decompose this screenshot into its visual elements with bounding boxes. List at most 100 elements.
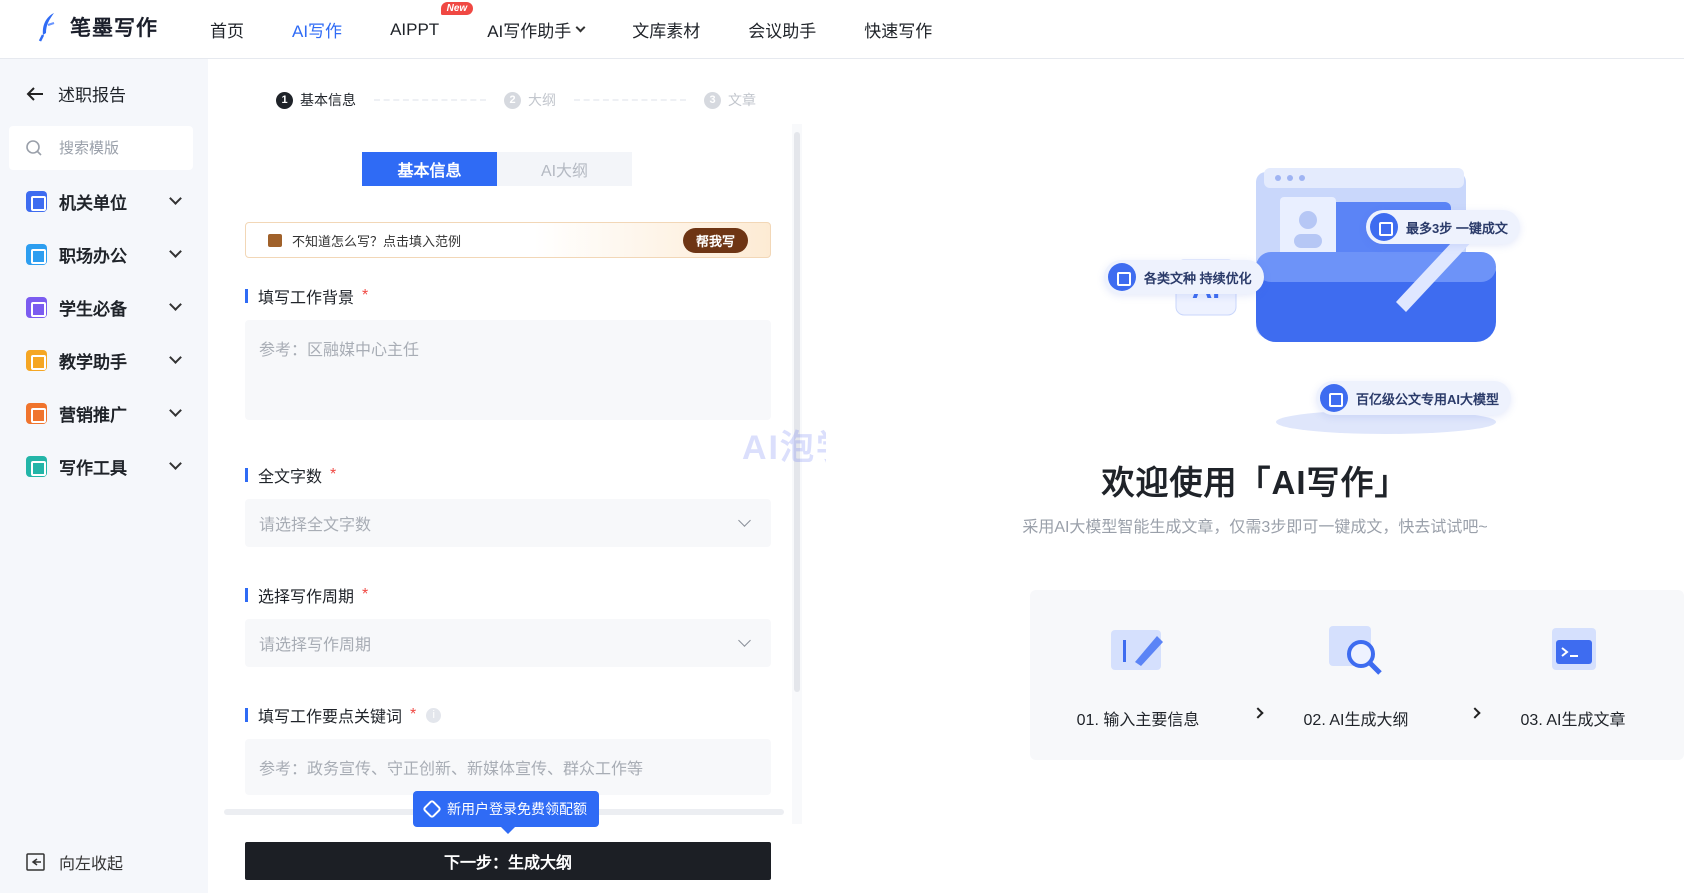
step-basic-info: 1 基本信息 (276, 90, 356, 110)
sidebar-item-teaching[interactable]: 教学助手 (26, 347, 186, 373)
chip-text: 百亿级公文专用AI大模型 (1356, 391, 1500, 407)
top-navbar: 笔墨写作 首页 AI写作 AIPPT New AI写作助手 文库素材 会议助手 快… (0, 0, 1684, 59)
help-me-write-button[interactable]: 帮我写 (682, 228, 748, 253)
hero-illustration: AI 最多3步 一键成文 各类文种 持续优化 百亿级公文专用AI大模型 (1104, 132, 1596, 462)
nav-quick-writing-label: 快速写作 (864, 22, 933, 41)
chevron-down-icon (169, 244, 182, 258)
label-text: 填写工作要点关键词 (258, 709, 403, 726)
step-divider (574, 99, 686, 101)
step-label: 基本信息 (300, 92, 356, 108)
example-tip-banner: 不知道怎么写？点击填入范例 帮我写 (245, 222, 771, 258)
tip-text: 不知道怎么写？点击填入范例 (292, 233, 462, 249)
flow-step-article: 03. AI生成文章 (1473, 590, 1673, 760)
flow-step-label: 03. AI生成文章 (1520, 712, 1626, 729)
sidebar-item-government[interactable]: 机关单位 (26, 188, 186, 214)
step-number: 2 (504, 91, 521, 109)
next-generate-outline-button[interactable]: 下一步：生成大纲 (245, 842, 771, 880)
field-label-keywords: 填写工作要点关键词 * i (245, 703, 442, 727)
sidebar-item-label: 职场办公 (59, 246, 127, 266)
nav-ai-writing-label: AI写作 (292, 22, 343, 41)
template-search[interactable] (9, 126, 193, 170)
chevron-down-icon (169, 456, 182, 470)
flow-step-input: 01. 输入主要信息 (1038, 590, 1238, 760)
quill-logo-icon (38, 13, 55, 42)
sidebar: 述职报告 机关单位 职场办公 学生必备 教学助手 营销推广 写作工具 向左收起 (0, 59, 208, 893)
sidebar-item-student[interactable]: 学生必备 (26, 294, 186, 320)
feature-chip-types: 各类文种 持续优化 (1104, 260, 1264, 294)
field-label-word-count: 全文字数 * (245, 463, 336, 487)
chevron-down-icon (169, 350, 182, 364)
step-indicator: 1 基本信息 2 大纲 3 文章 (276, 90, 756, 110)
collapse-label: 向左收起 (59, 856, 124, 873)
document-icon (1320, 384, 1348, 412)
period-select[interactable]: 请选择写作周期 (245, 619, 771, 667)
nav-home-label: 首页 (210, 22, 244, 41)
new-badge: New (440, 2, 474, 15)
folder-icon (1370, 213, 1398, 241)
step-outline: 2 大纲 (504, 90, 556, 110)
arrow-left-icon (26, 86, 43, 101)
sidebar-item-office[interactable]: 职场办公 (26, 241, 186, 267)
label-text: 选择写作周期 (258, 589, 355, 606)
edit-text-icon (1107, 622, 1169, 678)
textarea-placeholder: 参考：区融媒中心主任 (259, 342, 420, 359)
chevron-down-icon (738, 514, 751, 527)
main-nav: 首页 AI写作 AIPPT New AI写作助手 文库素材 会议助手 快速写作 (210, 0, 980, 59)
background-textarea[interactable]: 参考：区融媒中心主任 (245, 320, 771, 420)
required-mark: * (362, 586, 369, 603)
select-placeholder: 请选择全文字数 (259, 517, 372, 534)
chip-text: 各类文种 持续优化 (1144, 270, 1252, 286)
category-icon (26, 455, 47, 477)
chevron-down-icon (169, 297, 182, 311)
search-input[interactable] (59, 139, 179, 157)
step-label: 大纲 (528, 92, 556, 108)
pin-icon (1108, 263, 1136, 291)
info-icon[interactable]: i (426, 707, 442, 723)
label-text: 填写工作背景 (258, 290, 355, 307)
promo-text: 新用户登录免费领配额 (447, 801, 587, 817)
nav-library-label: 文库素材 (632, 22, 701, 41)
tab-basic-info[interactable]: 基本信息 (362, 152, 497, 186)
welcome-title: 欢迎使用「AI写作」 (1101, 464, 1409, 501)
nav-aippt-label: AIPPT (390, 19, 440, 39)
category-icon (26, 402, 47, 424)
back-to-category[interactable]: 述职报告 (26, 81, 126, 106)
category-icon (26, 296, 47, 318)
label-text: 全文字数 (258, 469, 323, 486)
sidebar-title: 述职报告 (58, 86, 126, 105)
field-label-background: 填写工作背景 * (245, 284, 368, 308)
collapse-sidebar-button[interactable]: 向左收起 (26, 850, 123, 874)
feature-chip-steps: 最多3步 一键成文 (1366, 210, 1520, 244)
nav-ai-writing[interactable]: AI写作 (292, 0, 342, 59)
nav-meeting[interactable]: 会议助手 (748, 0, 816, 59)
select-placeholder: 请选择写作周期 (259, 637, 372, 654)
keywords-textarea[interactable]: 参考：政务宣传、守正创新、新媒体宣传、群众工作等 (245, 739, 771, 795)
nav-aippt[interactable]: AIPPT New (390, 0, 474, 59)
required-mark: * (410, 706, 417, 723)
label-accent-bar (245, 708, 248, 722)
nav-quick-writing[interactable]: 快速写作 (864, 0, 932, 59)
new-user-promo-tooltip[interactable]: 新用户登录免费领配额 (413, 791, 599, 834)
label-accent-bar (245, 468, 248, 482)
label-accent-bar (245, 289, 248, 303)
sidebar-item-tools[interactable]: 写作工具 (26, 453, 186, 479)
chevron-down-icon (738, 634, 751, 647)
nav-home[interactable]: 首页 (210, 0, 244, 59)
sidebar-item-label: 营销推广 (59, 405, 127, 425)
step-article: 3 文章 (704, 90, 756, 110)
welcome-subtitle: 采用AI大模型智能生成文章，仅需3步即可一键成文，快去试试吧~ (1022, 519, 1488, 536)
flow-step-outline: 02. AI生成大纲 (1256, 590, 1456, 760)
vertical-scrollbar[interactable] (794, 132, 800, 692)
category-icon (26, 349, 47, 371)
nav-library[interactable]: 文库素材 (632, 0, 700, 59)
logo[interactable]: 笔墨写作 (36, 11, 158, 43)
required-mark: * (362, 287, 369, 304)
sidebar-item-marketing[interactable]: 营销推广 (26, 400, 186, 426)
field-label-period: 选择写作周期 * (245, 583, 368, 607)
nav-ai-assistant[interactable]: AI写作助手 (487, 0, 586, 59)
sidebar-item-label: 学生必备 (59, 299, 127, 319)
word-count-select[interactable]: 请选择全文字数 (245, 499, 771, 547)
gift-icon (268, 233, 282, 247)
diamond-icon (422, 799, 442, 819)
tab-ai-outline[interactable]: AI大纲 (497, 152, 632, 186)
